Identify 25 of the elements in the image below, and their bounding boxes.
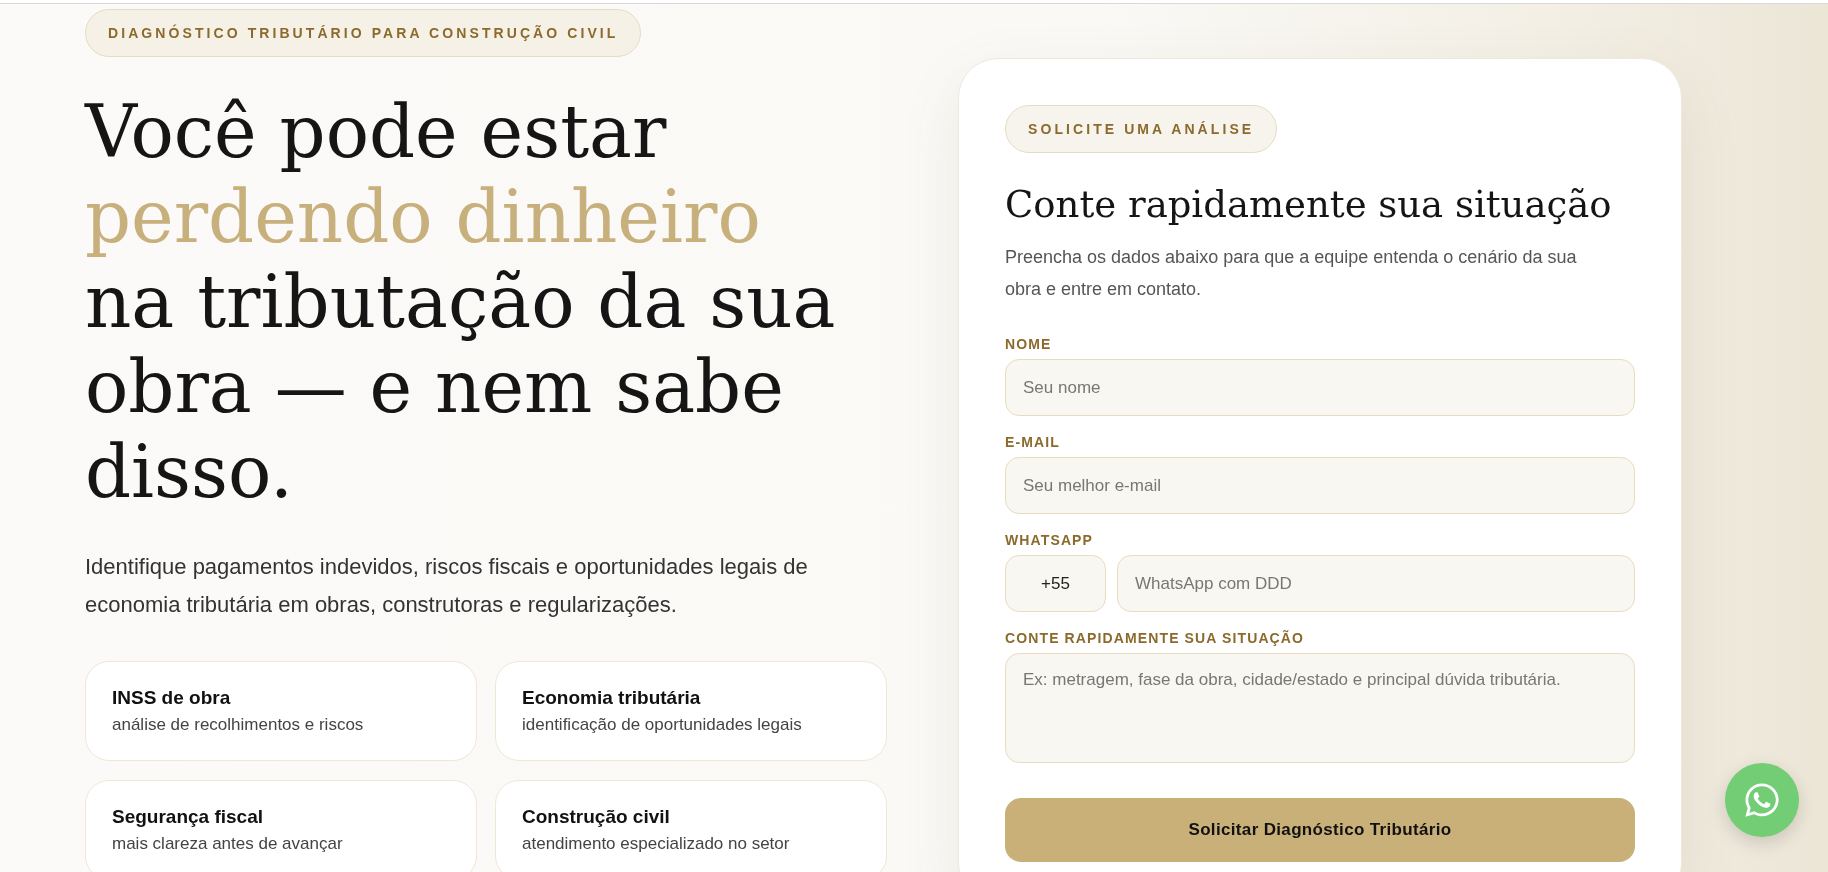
phone-field[interactable]: WhatsApp com DDD xyxy=(1117,555,1635,612)
feature-subtitle: identificação de oportunidades legais xyxy=(522,714,802,736)
category-badge: DIAGNÓSTICO TRIBUTÁRIO PARA CONSTRUÇÃO CIVIL xyxy=(85,9,642,57)
country-code-field[interactable]: +55 xyxy=(1005,555,1106,612)
input-field[interactable]: Seu melhor e-mail xyxy=(1005,457,1635,514)
feature-title: Construção civil xyxy=(522,805,670,829)
input-field[interactable]: Seu nome xyxy=(1005,359,1635,416)
feature-subtitle: mais clareza antes de avançar xyxy=(112,833,343,855)
hero-heading: Você pode estar perdendo dinheiro na tributação da sua obra — e nem sabe disso. xyxy=(85,90,837,515)
field-label: NOME xyxy=(1005,336,1052,352)
message-field[interactable]: Ex: metragem, fase da obra, cidade/estado e principal dúvida tributária. xyxy=(1005,653,1635,763)
field-label: WHATSAPP xyxy=(1005,532,1094,548)
speech-bubble-phone-icon xyxy=(1743,781,1781,819)
feature-title: INSS de obra xyxy=(112,686,231,710)
feature-subtitle: análise de recolhimentos e riscos xyxy=(112,714,364,736)
feature-title: Economia tributária xyxy=(522,686,701,710)
section-badge: SOLICITE UMA ANÁLISE xyxy=(1005,105,1278,153)
form-title: Conte rapidamente sua situação xyxy=(1005,182,1612,228)
submit-button[interactable]: Solicitar Diagnóstico Tributário xyxy=(1005,798,1635,862)
hero-description: Identifique pagamentos indevidos, riscos fiscais e oportunidades legais de economia tributária em obras, construtoras e regularizações. xyxy=(85,553,809,619)
field-label: CONTE RAPIDAMENTE SUA SITUAÇÃO xyxy=(1005,630,1305,646)
feature-title: Segurança fiscal xyxy=(112,805,264,829)
feature-subtitle: atendimento especializado no setor xyxy=(522,833,790,855)
form-description: Preencha os dados abaixo para que a equipe entenda o cenário da sua obra e entre em contato. xyxy=(1005,246,1578,301)
field-label: E-MAIL xyxy=(1005,434,1060,450)
